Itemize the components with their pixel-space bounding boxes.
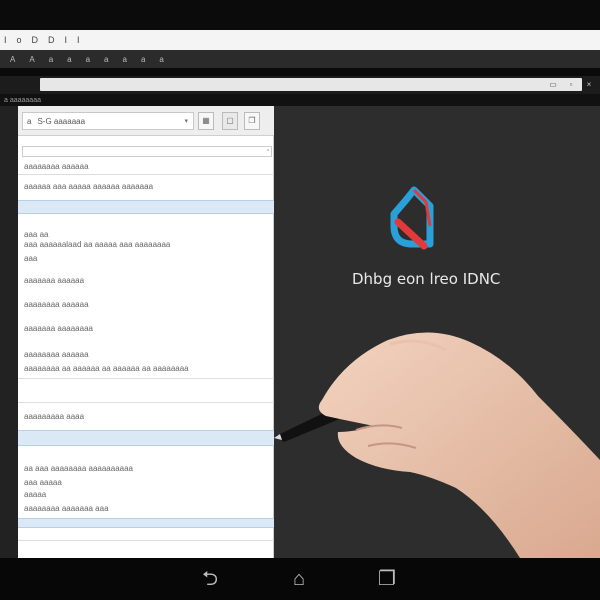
left-rail (0, 106, 18, 558)
list-item: aaaaaaa aaaaaa (24, 276, 85, 285)
app-logo-icon (390, 186, 434, 250)
home-icon[interactable]: ⌂ (284, 568, 314, 590)
address-bar: ▭ ▫ × (0, 76, 600, 94)
menu-item[interactable]: I (4, 35, 8, 45)
back-icon[interactable]: ⮌ (195, 568, 225, 590)
toolbar-item[interactable]: A (10, 55, 15, 64)
list-item: aaaaaaaa aaaaaa (24, 350, 89, 359)
list-item: aa aaa aaaaaaaa aaaaaaaaaa (24, 464, 133, 473)
list-item: aaa aaaaaalaad aa aaaaa aaa aaaaaaaa (24, 240, 171, 249)
divider (18, 174, 274, 175)
toolbar-item[interactable]: a (159, 55, 163, 64)
list-item: aaaaaaaa aaaaaa (24, 162, 89, 171)
close-icon[interactable]: × (584, 79, 594, 90)
panel-header: a S-G aaaaaaa ▾ ▦ ▢ ❐ (18, 106, 274, 136)
list-item: aaaaaaaa aa aaaaaa aa aaaaaa aa aaaaaaaa (24, 364, 189, 373)
list-item: aaaaaaaaa aaaa (24, 412, 85, 421)
copy-icon[interactable]: ❐ (244, 112, 260, 130)
toolbar: A A a a a a a a a (0, 50, 600, 68)
toolbar-item[interactable]: a (104, 55, 108, 64)
chevron-down-icon: ▾ (184, 118, 188, 125)
status-bar (0, 0, 600, 30)
toolbar-item[interactable]: a (67, 55, 71, 64)
maximize-icon[interactable]: ▫ (566, 79, 576, 90)
divider (18, 540, 274, 541)
divider (18, 378, 274, 379)
selected-band[interactable] (18, 518, 274, 528)
toolbar-item[interactable]: a (49, 55, 53, 64)
list-item: aaaaaa aaa aaaaa aaaaaa aaaaaaa (24, 182, 154, 191)
minimize-icon[interactable]: ▭ (548, 79, 558, 90)
tab-strip: a aaaaaaaa (0, 94, 600, 106)
search-icon: ▫ (266, 147, 269, 154)
toolbar-item[interactable]: a (141, 55, 145, 64)
list-item: aaa aa (24, 230, 49, 239)
menu-item[interactable]: D (32, 35, 40, 45)
menu-bar: I o D D I I (0, 30, 600, 50)
menu-item[interactable]: I (77, 35, 81, 45)
page-icon[interactable]: ▢ (222, 112, 238, 130)
view-dropdown[interactable]: a S-G aaaaaaa ▾ (22, 112, 194, 130)
list-item: aaa aaaaa (24, 478, 62, 487)
menu-item[interactable]: o (17, 35, 23, 45)
list-item: aaaaa (24, 490, 47, 499)
grid-icon[interactable]: ▦ (198, 112, 214, 130)
toolbar-item[interactable]: A (29, 55, 34, 64)
address-field[interactable] (40, 78, 582, 91)
menu-item[interactable]: D (48, 35, 56, 45)
logo-text: Dhbg eon lreo IDNC (352, 270, 501, 288)
divider (18, 402, 274, 403)
recent-apps-icon[interactable]: ❐ (372, 568, 402, 590)
menu-item[interactable]: I (65, 35, 69, 45)
document-panel: a S-G aaaaaaa ▾ ▦ ▢ ❐ ▫ aaaaaaaa aaaaaa … (18, 106, 274, 558)
list-item: aaaaaaaa aaaaaa (24, 300, 89, 309)
selected-band[interactable] (18, 200, 274, 214)
list-item: aaaaaaaa aaaaaaa aaa (24, 504, 109, 513)
toolbar-item[interactable]: a (123, 55, 127, 64)
hand-with-pen-image (274, 332, 600, 558)
selected-band[interactable] (18, 430, 274, 446)
list-item: aaaaaaa aaaaaaaa (24, 324, 93, 333)
dropdown-label: S-G aaaaaaa (37, 116, 86, 126)
list-item: aaa (24, 254, 38, 263)
tab-label[interactable]: a aaaaaaaa (4, 97, 41, 104)
search-input[interactable]: ▫ (22, 146, 272, 157)
dropdown-icon: a (27, 116, 32, 126)
navigation-bar: ⮌ ⌂ ❐ (0, 558, 600, 600)
toolbar-item[interactable]: a (86, 55, 90, 64)
